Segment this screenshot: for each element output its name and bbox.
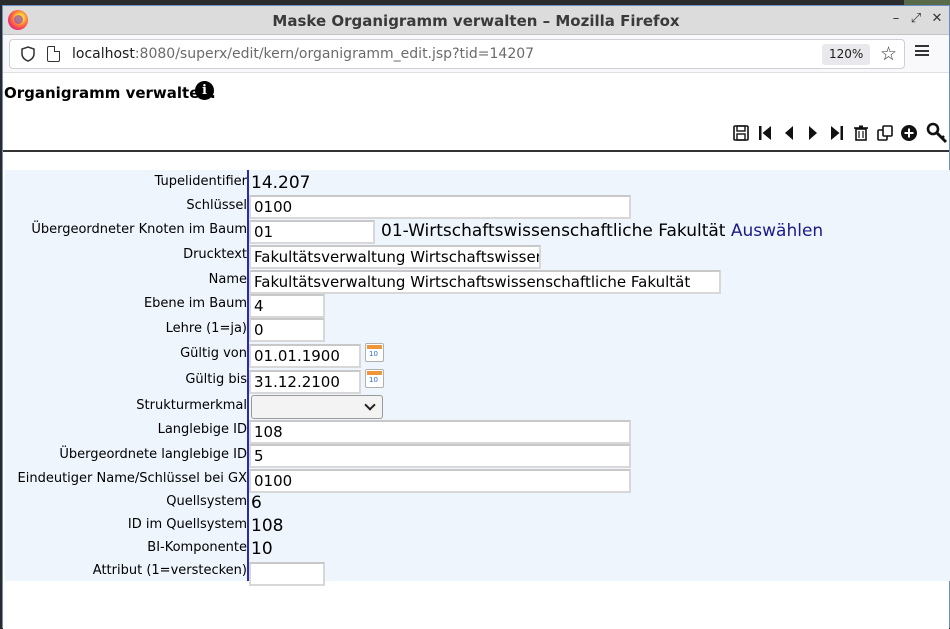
gueltig-bis-input[interactable]: 31.12.2100 — [249, 370, 361, 394]
url-text[interactable]: localhost:8080/superx/edit/kern/organigr… — [72, 46, 534, 62]
uebergeordneter-knoten-display: 01-Wirtschaftswissenschaftliche Fakultät… — [381, 221, 823, 241]
uebergeordneter-knoten-text: 01-Wirtschaftswissenschaftliche Fakultät — [381, 221, 726, 241]
first-record-icon[interactable] — [754, 122, 776, 144]
row-gueltig-von: Gültig von — [5, 344, 247, 366]
label-quellsystem: Quellsystem — [166, 494, 247, 509]
key-icon[interactable] — [926, 122, 948, 144]
label-id-quellsystem: ID im Quellsystem — [127, 517, 247, 532]
label-ebene: Ebene im Baum — [143, 296, 247, 311]
last-record-icon[interactable] — [826, 122, 848, 144]
close-button[interactable]: ✕ — [928, 11, 946, 26]
copy-icon[interactable] — [874, 122, 896, 144]
label-gueltig-von: Gültig von — [180, 346, 247, 361]
row-lehre: Lehre (1=ja) — [5, 319, 247, 341]
row-id-quellsystem: ID im Quellsystem — [5, 515, 247, 537]
label-strukturmerkmal: Strukturmerkmal — [136, 398, 247, 413]
label-attribut: Attribut (1=verstecken) — [92, 563, 247, 578]
zoom-level-button[interactable]: 120% — [822, 44, 871, 65]
auswaehlen-link[interactable]: Auswählen — [731, 221, 823, 241]
label-schluessel: Schlüssel — [186, 198, 247, 213]
ebene-input[interactable]: 4 — [249, 294, 325, 318]
row-quellsystem: Quellsystem — [5, 492, 247, 514]
row-attribut: Attribut (1=verstecken) — [5, 561, 247, 583]
gueltig-von-input[interactable]: 01.01.1900 — [249, 344, 361, 368]
calendar-icon[interactable] — [365, 343, 384, 362]
strukturmerkmal-select[interactable] — [251, 395, 383, 419]
uebergeordnete-langlebige-id-input[interactable]: 5 — [249, 444, 631, 468]
row-gueltig-bis: Gültig bis — [5, 370, 247, 392]
row-uebergeordneter-knoten: Übergeordneter Knoten im Baum — [5, 220, 247, 242]
separator-line — [3, 150, 949, 152]
label-bi-komponente: BI-Komponente — [147, 540, 247, 555]
restore-button[interactable]: ⤢ — [907, 11, 925, 26]
label-langlebige-id: Langlebige ID — [157, 422, 247, 437]
previous-record-icon[interactable] — [778, 122, 800, 144]
row-tupelidentifier: Tupelidentifier — [5, 172, 247, 194]
save-icon[interactable] — [730, 122, 752, 144]
label-eindeutiger-name: Eindeutiger Name/Schlüssel bei GX — [17, 471, 247, 486]
window-title: Maske Organigramm verwalten – Mozilla Fi… — [272, 12, 680, 30]
chevron-down-icon — [364, 399, 376, 411]
row-uebergeordnete-langlebige-id: Übergeordnete langlebige ID — [5, 445, 247, 467]
label-uebergeordnete-langlebige-id: Übergeordnete langlebige ID — [59, 447, 247, 462]
url-path: :8080/superx/edit/kern/organigramm_edit.… — [134, 46, 535, 62]
label-uebergeordneter-knoten: Übergeordneter Knoten im Baum — [31, 222, 247, 237]
label-lehre: Lehre (1=ja) — [165, 321, 247, 336]
label-drucktext: Drucktext — [183, 247, 247, 262]
info-icon[interactable]: i — [195, 81, 214, 100]
value-bi-komponente: 10 — [251, 539, 273, 559]
next-record-icon[interactable] — [802, 122, 824, 144]
schluessel-input[interactable]: 0100 — [249, 195, 631, 219]
name-input[interactable]: Fakultätsverwaltung Wirtschaftswissensch… — [249, 270, 721, 294]
row-drucktext: Drucktext — [5, 245, 247, 267]
url-host: localhost — [72, 46, 135, 62]
page-title: Organigramm verwalten. — [4, 84, 216, 102]
browser-window: Maske Organigramm verwalten – Mozilla Fi… — [2, 5, 950, 629]
row-ebene: Ebene im Baum — [5, 294, 247, 316]
hamburger-menu-icon[interactable] — [915, 45, 929, 56]
label-name: Name — [208, 272, 247, 287]
lehre-input[interactable]: 0 — [249, 318, 325, 342]
url-bar[interactable]: localhost:8080/superx/edit/kern/organigr… — [9, 39, 905, 69]
title-bar: Maske Organigramm verwalten – Mozilla Fi… — [3, 6, 949, 35]
uebergeordneter-knoten-input[interactable]: 01 — [249, 220, 375, 244]
calendar-icon[interactable] — [365, 369, 384, 388]
value-quellsystem: 6 — [251, 493, 262, 513]
shield-icon[interactable] — [20, 46, 36, 62]
value-id-quellsystem: 108 — [251, 516, 284, 536]
row-langlebige-id: Langlebige ID — [5, 420, 247, 442]
row-schluessel: Schlüssel — [5, 196, 247, 218]
label-tupelidentifier: Tupelidentifier — [154, 174, 247, 189]
eindeutiger-name-input[interactable]: 0100 — [249, 469, 631, 493]
row-name: Name — [5, 270, 247, 292]
minimize-button[interactable]: – — [887, 11, 905, 26]
langlebige-id-input[interactable]: 108 — [249, 420, 631, 444]
value-tupelidentifier: 14.207 — [251, 173, 311, 193]
page-icon — [47, 46, 60, 62]
label-gueltig-bis: Gültig bis — [185, 372, 247, 387]
row-eindeutiger-name: Eindeutiger Name/Schlüssel bei GX — [5, 469, 247, 491]
star-icon[interactable]: ☆ — [880, 43, 897, 65]
row-strukturmerkmal: Strukturmerkmal — [5, 396, 247, 418]
add-icon[interactable] — [898, 122, 920, 144]
navigation-bar: localhost:8080/superx/edit/kern/organigr… — [3, 35, 949, 73]
delete-icon[interactable] — [850, 122, 872, 144]
attribut-input[interactable] — [249, 562, 325, 586]
drucktext-input[interactable]: Fakultätsverwaltung Wirtschaftswissenscl — [249, 245, 541, 269]
row-bi-komponente: BI-Komponente — [5, 538, 247, 560]
